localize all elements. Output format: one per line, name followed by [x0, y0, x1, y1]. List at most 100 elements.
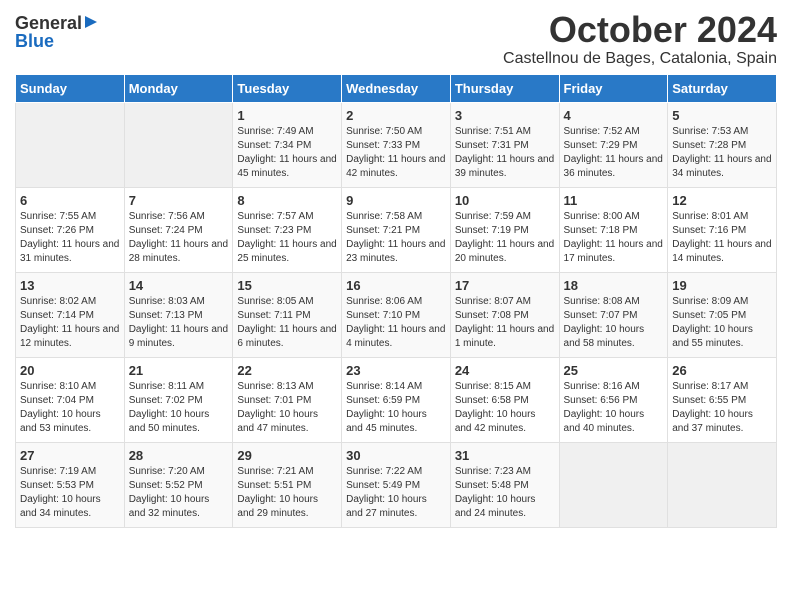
cell-sun-info: Sunrise: 7:58 AM Sunset: 7:21 PM Dayligh…: [346, 210, 446, 266]
cell-sun-info: Sunrise: 8:01 AM Sunset: 7:16 PM Dayligh…: [672, 210, 772, 266]
cell-date-number: 21: [129, 363, 229, 378]
calendar-cell: 2Sunrise: 7:50 AM Sunset: 7:33 PM Daylig…: [342, 102, 451, 187]
calendar-cell: 10 Sunrise: 7:59 AM Sunset: 7:19 PM Dayli…: [450, 187, 559, 272]
cell-date-number: 20: [20, 363, 120, 378]
weekday-header-saturday: Saturday: [668, 74, 777, 102]
cell-date-number: 22: [237, 363, 337, 378]
calendar-cell: 3 Sunrise: 7:51 AM Sunset: 7:31 PM Daylig…: [450, 102, 559, 187]
cell-date-number: 17: [455, 278, 555, 293]
weekday-header-sunday: Sunday: [16, 74, 125, 102]
calendar-cell: 14 Sunrise: 8:03 AM Sunset: 7:13 PM Dayli…: [124, 272, 233, 357]
cell-date-number: 1: [237, 108, 337, 123]
cell-date-number: 10: [455, 193, 555, 208]
calendar-cell: 30 Sunrise: 7:22 AM Sunset: 5:49 PM Dayli…: [342, 442, 451, 527]
cell-sun-info: Sunrise: 8:11 AM Sunset: 7:02 PM Dayligh…: [129, 380, 229, 436]
calendar-cell: 29Sunrise: 7:21 AM Sunset: 5:51 PM Dayli…: [233, 442, 342, 527]
cell-sun-info: Sunrise: 7:22 AM Sunset: 5:49 PM Dayligh…: [346, 465, 446, 521]
calendar-cell: 12 Sunrise: 8:01 AM Sunset: 7:16 PM Dayli…: [668, 187, 777, 272]
cell-sun-info: Sunrise: 8:14 AM Sunset: 6:59 PM Dayligh…: [346, 380, 446, 436]
cell-sun-info: Sunrise: 7:55 AM Sunset: 7:26 PM Dayligh…: [20, 210, 120, 266]
cell-date-number: 13: [20, 278, 120, 293]
cell-date-number: 7: [129, 193, 229, 208]
calendar-cell: 24 Sunrise: 8:15 AM Sunset: 6:58 PM Dayli…: [450, 357, 559, 442]
logo-blue-text: Blue: [15, 32, 54, 50]
cell-date-number: 3: [455, 108, 555, 123]
cell-sun-info: Sunrise: 7:59 AM Sunset: 7:19 PM Dayligh…: [455, 210, 555, 266]
cell-sun-info: Sunrise: 8:03 AM Sunset: 7:13 PM Dayligh…: [129, 295, 229, 351]
cell-sun-info: Sunrise: 8:09 AM Sunset: 7:05 PM Dayligh…: [672, 295, 772, 351]
calendar-cell: 23 Sunrise: 8:14 AM Sunset: 6:59 PM Dayli…: [342, 357, 451, 442]
cell-date-number: 16: [346, 278, 446, 293]
title-block: October 2024 Castellnou de Bages, Catalo…: [503, 10, 777, 68]
cell-sun-info: Sunrise: 7:49 AM Sunset: 7:34 PM Dayligh…: [237, 125, 337, 181]
cell-date-number: 30: [346, 448, 446, 463]
cell-sun-info: Sunrise: 7:57 AM Sunset: 7:23 PM Dayligh…: [237, 210, 337, 266]
cell-sun-info: Sunrise: 7:52 AM Sunset: 7:29 PM Dayligh…: [564, 125, 664, 181]
calendar-cell: 27 Sunrise: 7:19 AM Sunset: 5:53 PM Dayli…: [16, 442, 125, 527]
cell-sun-info: Sunrise: 8:10 AM Sunset: 7:04 PM Dayligh…: [20, 380, 120, 436]
logo-flag-icon: [83, 14, 99, 30]
cell-sun-info: Sunrise: 8:07 AM Sunset: 7:08 PM Dayligh…: [455, 295, 555, 351]
calendar-cell: 18 Sunrise: 8:08 AM Sunset: 7:07 PM Dayli…: [559, 272, 668, 357]
calendar-cell: 22 Sunrise: 8:13 AM Sunset: 7:01 PM Dayli…: [233, 357, 342, 442]
cell-sun-info: Sunrise: 7:19 AM Sunset: 5:53 PM Dayligh…: [20, 465, 120, 521]
cell-sun-info: Sunrise: 7:51 AM Sunset: 7:31 PM Dayligh…: [455, 125, 555, 181]
calendar-cell: 28 Sunrise: 7:20 AM Sunset: 5:52 PM Dayli…: [124, 442, 233, 527]
calendar-cell: 9Sunrise: 7:58 AM Sunset: 7:21 PM Daylig…: [342, 187, 451, 272]
cell-date-number: 25: [564, 363, 664, 378]
cell-sun-info: Sunrise: 8:05 AM Sunset: 7:11 PM Dayligh…: [237, 295, 337, 351]
weekday-header-friday: Friday: [559, 74, 668, 102]
cell-sun-info: Sunrise: 8:02 AM Sunset: 7:14 PM Dayligh…: [20, 295, 120, 351]
cell-date-number: 23: [346, 363, 446, 378]
calendar-cell: 26 Sunrise: 8:17 AM Sunset: 6:55 PM Dayli…: [668, 357, 777, 442]
cell-sun-info: Sunrise: 8:16 AM Sunset: 6:56 PM Dayligh…: [564, 380, 664, 436]
cell-date-number: 31: [455, 448, 555, 463]
cell-sun-info: Sunrise: 8:17 AM Sunset: 6:55 PM Dayligh…: [672, 380, 772, 436]
calendar-cell: 4 Sunrise: 7:52 AM Sunset: 7:29 PM Daylig…: [559, 102, 668, 187]
calendar-cell: [559, 442, 668, 527]
calendar-cell: 13 Sunrise: 8:02 AM Sunset: 7:14 PM Dayli…: [16, 272, 125, 357]
calendar-week-row: 1 Sunrise: 7:49 AM Sunset: 7:34 PM Daylig…: [16, 102, 777, 187]
cell-date-number: 28: [129, 448, 229, 463]
cell-sun-info: Sunrise: 7:20 AM Sunset: 5:52 PM Dayligh…: [129, 465, 229, 521]
cell-date-number: 26: [672, 363, 772, 378]
calendar-table: SundayMondayTuesdayWednesdayThursdayFrid…: [15, 74, 777, 528]
calendar-cell: 6Sunrise: 7:55 AM Sunset: 7:26 PM Daylig…: [16, 187, 125, 272]
cell-sun-info: Sunrise: 8:08 AM Sunset: 7:07 PM Dayligh…: [564, 295, 664, 351]
calendar-cell: 1 Sunrise: 7:49 AM Sunset: 7:34 PM Daylig…: [233, 102, 342, 187]
cell-date-number: 8: [237, 193, 337, 208]
cell-date-number: 15: [237, 278, 337, 293]
calendar-cell: [16, 102, 125, 187]
cell-date-number: 12: [672, 193, 772, 208]
cell-date-number: 27: [20, 448, 120, 463]
cell-date-number: 4: [564, 108, 664, 123]
logo-general-text: General: [15, 14, 82, 32]
calendar-week-row: 6Sunrise: 7:55 AM Sunset: 7:26 PM Daylig…: [16, 187, 777, 272]
weekday-header-tuesday: Tuesday: [233, 74, 342, 102]
calendar-cell: 11 Sunrise: 8:00 AM Sunset: 7:18 PM Dayli…: [559, 187, 668, 272]
logo: General Blue: [15, 10, 99, 50]
cell-date-number: 19: [672, 278, 772, 293]
weekday-header-monday: Monday: [124, 74, 233, 102]
month-title: October 2024: [503, 10, 777, 50]
cell-date-number: 18: [564, 278, 664, 293]
calendar-cell: 25 Sunrise: 8:16 AM Sunset: 6:56 PM Dayli…: [559, 357, 668, 442]
weekday-header-wednesday: Wednesday: [342, 74, 451, 102]
cell-date-number: 11: [564, 193, 664, 208]
calendar-cell: 7Sunrise: 7:56 AM Sunset: 7:24 PM Daylig…: [124, 187, 233, 272]
calendar-cell: 20 Sunrise: 8:10 AM Sunset: 7:04 PM Dayli…: [16, 357, 125, 442]
calendar-week-row: 13 Sunrise: 8:02 AM Sunset: 7:14 PM Dayli…: [16, 272, 777, 357]
cell-date-number: 14: [129, 278, 229, 293]
weekday-header-thursday: Thursday: [450, 74, 559, 102]
calendar-cell: [668, 442, 777, 527]
cell-date-number: 5: [672, 108, 772, 123]
cell-date-number: 24: [455, 363, 555, 378]
cell-sun-info: Sunrise: 8:13 AM Sunset: 7:01 PM Dayligh…: [237, 380, 337, 436]
cell-sun-info: Sunrise: 8:00 AM Sunset: 7:18 PM Dayligh…: [564, 210, 664, 266]
calendar-cell: 16Sunrise: 8:06 AM Sunset: 7:10 PM Dayli…: [342, 272, 451, 357]
calendar-cell: 5Sunrise: 7:53 AM Sunset: 7:28 PM Daylig…: [668, 102, 777, 187]
cell-sun-info: Sunrise: 8:15 AM Sunset: 6:58 PM Dayligh…: [455, 380, 555, 436]
cell-date-number: 29: [237, 448, 337, 463]
calendar-cell: 21 Sunrise: 8:11 AM Sunset: 7:02 PM Dayli…: [124, 357, 233, 442]
calendar-cell: 19 Sunrise: 8:09 AM Sunset: 7:05 PM Dayli…: [668, 272, 777, 357]
